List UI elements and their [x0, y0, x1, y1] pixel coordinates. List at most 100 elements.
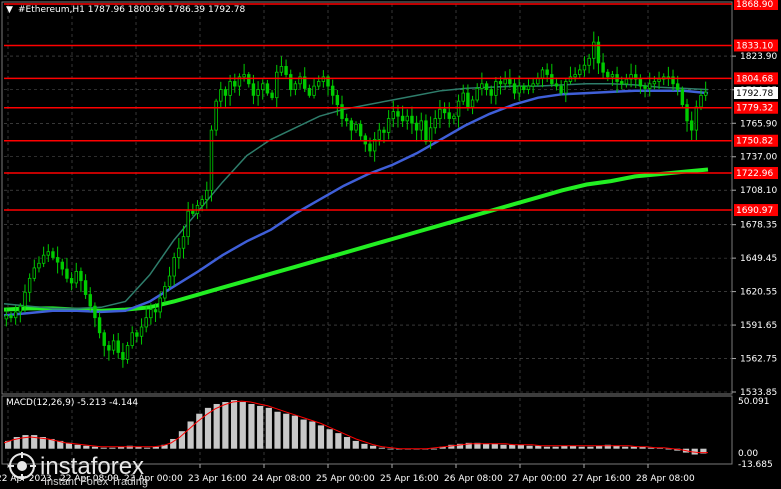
candle-body	[503, 78, 507, 85]
candle-body	[279, 66, 284, 73]
candle-body	[344, 118, 349, 122]
macd-bar	[491, 443, 498, 449]
candle-body	[564, 81, 568, 94]
candle-body	[144, 317, 148, 328]
candle-body	[410, 115, 414, 124]
candle-body	[550, 74, 554, 85]
candle-body	[675, 83, 680, 90]
candle-body	[219, 89, 223, 102]
macd-bar	[248, 403, 255, 449]
candle-body	[396, 111, 400, 117]
price-tick-label: 1562.75	[740, 355, 777, 365]
macd-bar	[483, 443, 490, 449]
candle-body	[65, 268, 69, 279]
candle-body	[111, 340, 116, 351]
candle-body	[251, 83, 256, 96]
candle-body	[620, 81, 624, 85]
candle-body	[703, 91, 708, 96]
time-tick-label: 23 Apr 16:00	[188, 474, 247, 484]
macd-bar	[517, 444, 524, 449]
candle-body	[74, 270, 78, 284]
price-tick-label: 1737.00	[740, 153, 777, 163]
candle-body	[18, 305, 23, 313]
macd-bar	[552, 446, 559, 449]
candle-body	[377, 129, 382, 140]
candle-body	[540, 69, 545, 79]
candle-body	[214, 100, 218, 131]
level-label: 1804.68	[736, 74, 773, 84]
candle-body	[177, 247, 181, 258]
macd-bar	[587, 446, 594, 449]
candle-body	[116, 340, 120, 353]
candle-body	[554, 83, 559, 87]
candle-body	[368, 143, 372, 152]
candle-body	[391, 111, 395, 119]
candle-body	[172, 257, 176, 277]
candle-body	[349, 120, 354, 131]
time-tick-label: 27 Apr 00:00	[508, 474, 567, 484]
macd-bar	[100, 447, 107, 449]
candle-body	[139, 326, 144, 337]
macd-bar	[91, 446, 99, 449]
candle-body	[83, 280, 88, 295]
candle-body	[400, 115, 405, 122]
candle-body	[610, 74, 615, 78]
candle-body	[37, 262, 41, 269]
candle-body	[330, 85, 335, 96]
candle-body	[606, 71, 610, 78]
candle-body	[587, 57, 591, 66]
candle-body	[135, 332, 139, 337]
candle-body	[79, 270, 83, 282]
collapse-arrow-icon[interactable]: ▼	[6, 5, 13, 15]
trading-chart[interactable]: 1868.90 1833.10 1804.68 1779.32 1750.82 1722.…	[0, 0, 781, 489]
macd-bar	[265, 407, 272, 449]
candle-body	[93, 305, 97, 319]
candle-body	[680, 89, 685, 106]
candle-body	[456, 100, 461, 117]
candle-body	[284, 66, 288, 75]
price-tick-label: 1620.55	[740, 288, 777, 298]
macd-bar	[239, 402, 246, 449]
time-tick-label: 25 Apr 16:00	[380, 474, 439, 484]
macd-bar	[257, 405, 264, 449]
macd-bar	[335, 433, 342, 449]
time-tick-label: 25 Apr 00:00	[316, 474, 375, 484]
candle-body	[46, 251, 50, 256]
macd-bar	[543, 446, 551, 449]
price-tick-label: 1765.90	[740, 119, 777, 129]
macd-bar	[378, 447, 385, 449]
candle-body	[121, 352, 125, 360]
candle-body	[149, 309, 153, 319]
candle-body	[335, 94, 340, 106]
candle-body	[447, 112, 451, 119]
candle-body	[256, 89, 260, 96]
candle-body	[186, 210, 190, 238]
candle-body	[461, 92, 465, 102]
macd-bar	[370, 445, 377, 449]
candle-body	[452, 115, 456, 119]
candle-body	[88, 294, 92, 307]
candle-body	[466, 92, 470, 108]
macd-bar	[526, 445, 533, 449]
candle-body	[307, 88, 312, 96]
macd-bar	[317, 425, 325, 449]
level-label: 1779.32	[736, 104, 773, 114]
level-label: 1833.10	[736, 41, 773, 51]
candle-body	[275, 71, 279, 99]
level-label: 1868.90	[736, 0, 773, 10]
macd-bar	[430, 448, 438, 450]
candle-body	[438, 108, 442, 119]
candle-body	[55, 257, 60, 263]
candle-body	[13, 311, 18, 319]
macd-bar	[283, 413, 290, 449]
macd-bar	[309, 421, 316, 449]
macd-bar	[622, 446, 629, 449]
candle-body	[97, 317, 102, 334]
candle-body	[573, 74, 577, 78]
candle-body	[51, 251, 55, 258]
candle-body	[200, 199, 204, 206]
candle-body	[433, 118, 437, 129]
candle-body	[125, 345, 130, 360]
macd-bar	[387, 448, 394, 450]
candle-body	[424, 120, 428, 143]
